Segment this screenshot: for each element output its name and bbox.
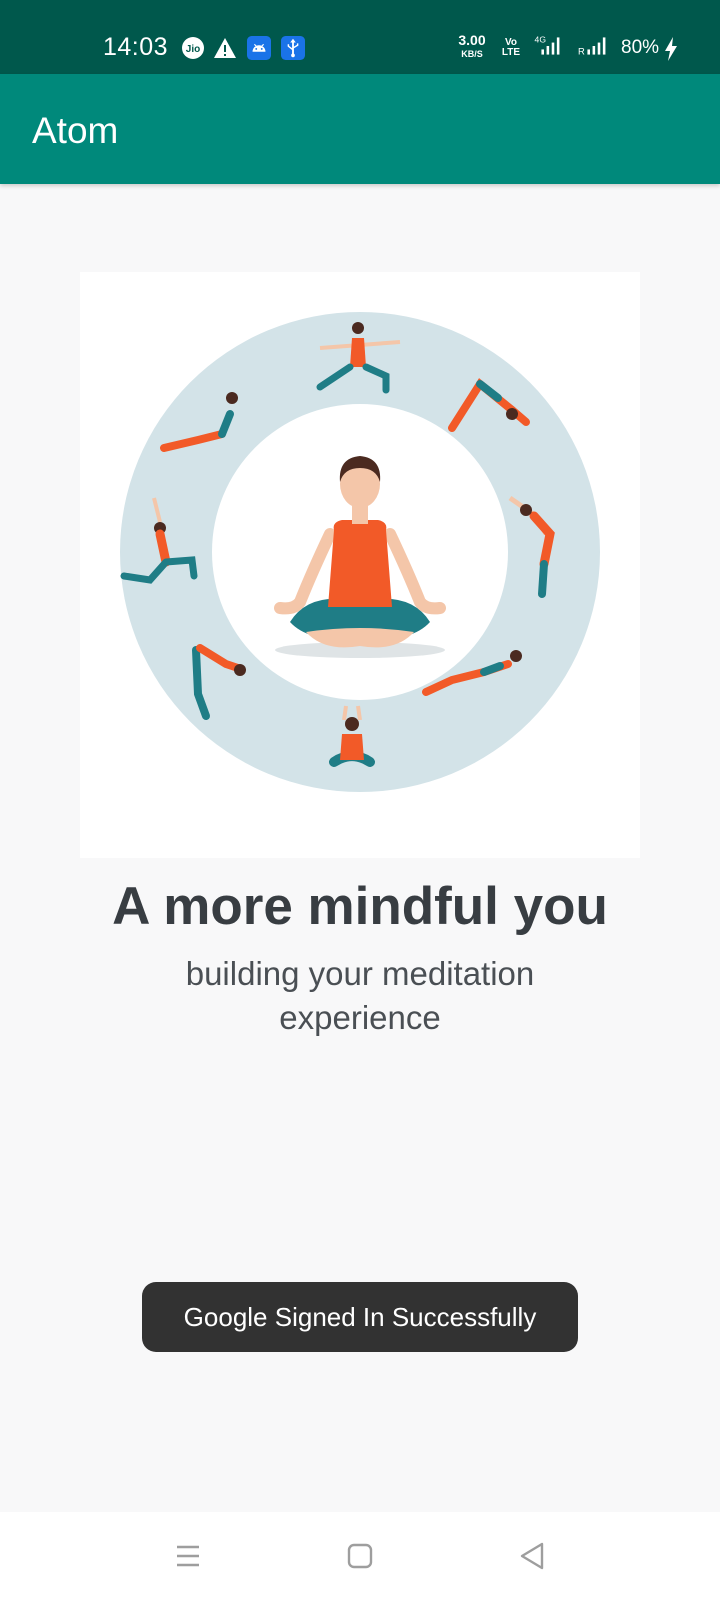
- app-title: Atom: [32, 110, 119, 151]
- usb-icon: [281, 36, 305, 60]
- home-icon[interactable]: [336, 1532, 384, 1580]
- network-speed-unit: KB/S: [461, 49, 483, 59]
- svg-text:Jio: Jio: [186, 44, 200, 55]
- recents-icon[interactable]: [164, 1532, 212, 1580]
- back-icon[interactable]: [508, 1532, 556, 1580]
- android-icon: [247, 36, 271, 60]
- subheadline: building your meditation experience: [185, 955, 535, 1036]
- signal-4g-icon: 4G: [535, 35, 560, 55]
- battery-percentage: 80%: [621, 37, 660, 58]
- volte-indicator: Vo LTE: [498, 38, 524, 58]
- hero-illustration: [80, 272, 640, 858]
- status-bar: 14:03 Jio 3.00 KB/S Vo LTE 4G R 80%: [0, 0, 720, 74]
- network-speed-value: 3.00: [458, 32, 486, 48]
- toast-message: Google Signed In Successfully: [142, 1282, 578, 1352]
- signal-roaming-icon: R: [578, 37, 606, 57]
- network-speed: 3.00 KB/S: [454, 32, 490, 60]
- bolt-icon: [665, 37, 677, 61]
- status-time: 14:03: [103, 33, 169, 61]
- yoga-illustration: [120, 312, 600, 792]
- jio-icon: Jio: [182, 37, 204, 59]
- headline: A more mindful you: [112, 877, 608, 936]
- roaming-label: R: [578, 46, 585, 57]
- volte-bottom: LTE: [501, 47, 521, 58]
- navigation-bar: [0, 1512, 720, 1600]
- warning-icon: [214, 38, 236, 58]
- network-type-label: 4G: [535, 35, 547, 45]
- app-bar: Atom: [0, 74, 720, 184]
